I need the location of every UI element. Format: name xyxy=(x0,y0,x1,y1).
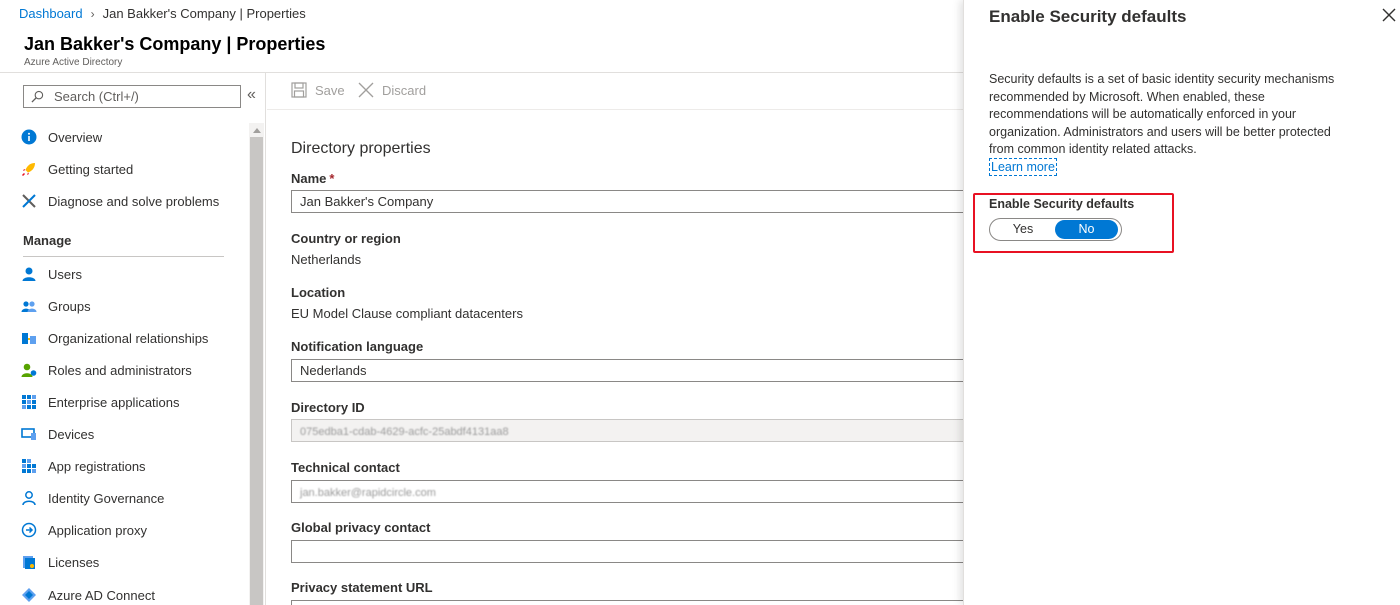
sidebar-item-label: Enterprise applications xyxy=(48,394,180,410)
sidebar-item-label: Application proxy xyxy=(48,522,147,538)
sidebar-item-org-relationships[interactable]: Organizational relationships xyxy=(20,328,208,348)
close-icon[interactable] xyxy=(1380,6,1398,24)
page-header: Jan Bakker's Company | Properties Azure … xyxy=(24,34,325,68)
privacy-url-input[interactable] xyxy=(291,600,965,605)
wrench-icon xyxy=(20,192,38,210)
rocket-icon xyxy=(20,160,38,178)
sidebar-item-label: Groups xyxy=(48,298,91,314)
country-label: Country or region xyxy=(291,231,401,246)
sidebar-item-getting-started[interactable]: Getting started xyxy=(20,159,133,179)
technical-contact-label: Technical contact xyxy=(291,460,400,475)
name-label: Name * xyxy=(291,171,334,186)
page-title: Jan Bakker's Company | Properties xyxy=(24,34,326,54)
ad-connect-icon xyxy=(20,586,38,604)
toggle-no-option[interactable]: No xyxy=(1055,220,1118,239)
save-label: Save xyxy=(315,82,345,98)
identity-governance-icon xyxy=(20,489,38,507)
scroll-up-arrow-icon[interactable] xyxy=(253,128,261,133)
sidebar-item-groups[interactable]: Groups xyxy=(20,296,91,316)
location-label: Location xyxy=(291,285,346,300)
breadcrumb: Dashboard › Jan Bakker's Company | Prope… xyxy=(19,6,306,21)
breadcrumb-dashboard-link[interactable]: Dashboard xyxy=(19,6,83,21)
app-registrations-icon xyxy=(20,457,38,475)
notification-language-dropdown[interactable]: Nederlands xyxy=(291,359,965,382)
sidebar-item-app-proxy[interactable]: Application proxy xyxy=(20,520,147,540)
licenses-icon xyxy=(20,553,38,571)
devices-icon xyxy=(20,425,38,443)
sidebar-item-enterprise-apps[interactable]: Enterprise applications xyxy=(20,392,180,412)
country-value: Netherlands xyxy=(291,252,362,267)
sidebar-item-devices[interactable]: Devices xyxy=(20,424,94,444)
sidebar-item-label: App registrations xyxy=(48,458,146,474)
sidebar-item-label: Roles and administrators xyxy=(48,362,192,378)
roles-icon xyxy=(20,361,38,379)
close-icon xyxy=(358,82,374,98)
sidebar-item-app-registrations[interactable]: App registrations xyxy=(20,456,146,476)
location-value: EU Model Clause compliant datacenters xyxy=(291,306,523,321)
sidebar: Search (Ctrl+/) « Overview Getting start… xyxy=(0,73,266,605)
sidebar-item-users[interactable]: Users xyxy=(20,264,82,284)
panel-description: Security defaults is a set of basic iden… xyxy=(989,72,1335,157)
learn-more-link[interactable]: Learn more xyxy=(989,158,1057,176)
directory-id-label: Directory ID xyxy=(291,400,365,415)
required-indicator: * xyxy=(329,171,335,186)
security-defaults-panel: Enable Security defaults Security defaul… xyxy=(963,0,1400,605)
sidebar-item-identity-governance[interactable]: Identity Governance xyxy=(20,488,164,508)
command-bar: Save Discard xyxy=(267,73,965,110)
sidebar-item-label: Devices xyxy=(48,426,95,442)
chevron-right-icon: › xyxy=(90,6,95,21)
toggle-yes-option[interactable]: Yes xyxy=(991,220,1055,239)
sidebar-scrollbar[interactable] xyxy=(249,123,264,605)
sidebar-item-label: Azure AD Connect xyxy=(48,587,155,603)
save-icon xyxy=(291,82,307,98)
scrollbar-thumb[interactable] xyxy=(250,137,263,605)
search-input[interactable]: Search (Ctrl+/) xyxy=(23,85,241,108)
org-relationships-icon xyxy=(20,329,38,347)
name-input[interactable]: Jan Bakker's Company xyxy=(291,190,965,213)
discard-label: Discard xyxy=(382,82,427,98)
search-placeholder: Search (Ctrl+/) xyxy=(54,89,139,104)
page-subtitle: Azure Active Directory xyxy=(24,57,123,68)
security-defaults-toggle[interactable]: Yes No xyxy=(989,218,1122,241)
breadcrumb-current: Jan Bakker's Company | Properties xyxy=(102,6,306,21)
info-icon xyxy=(20,128,38,146)
sidebar-item-label: Organizational relationships xyxy=(48,330,209,346)
name-label-text: Name xyxy=(291,171,327,186)
app-proxy-icon xyxy=(20,521,38,539)
privacy-url-label: Privacy statement URL xyxy=(291,580,433,595)
sidebar-item-label: Users xyxy=(48,266,82,282)
user-icon xyxy=(20,265,38,283)
sidebar-item-diagnose[interactable]: Diagnose and solve problems xyxy=(20,191,219,211)
directory-id-field[interactable]: 075edba1-cdab-4629-acfc-25abdf4131aa8 xyxy=(291,419,965,442)
sidebar-item-label: Diagnose and solve problems xyxy=(48,193,220,209)
enterprise-apps-icon xyxy=(20,393,38,411)
section-title: Directory properties xyxy=(291,140,431,157)
global-privacy-contact-input[interactable] xyxy=(291,540,965,563)
technical-contact-input[interactable]: jan.bakker@rapidcircle.com xyxy=(291,480,965,503)
sidebar-item-roles[interactable]: Roles and administrators xyxy=(20,360,192,380)
search-icon xyxy=(31,90,44,103)
technical-contact-value: jan.bakker@rapidcircle.com xyxy=(300,487,436,499)
collapse-sidebar-icon[interactable]: « xyxy=(247,86,256,104)
sidebar-item-label: Licenses xyxy=(48,554,100,570)
global-privacy-contact-label: Global privacy contact xyxy=(291,520,431,535)
directory-id-value: 075edba1-cdab-4629-acfc-25abdf4131aa8 xyxy=(300,426,509,438)
notification-language-label: Notification language xyxy=(291,339,424,354)
sidebar-item-licenses[interactable]: Licenses xyxy=(20,552,99,572)
manage-divider xyxy=(23,256,224,257)
sidebar-item-overview[interactable]: Overview xyxy=(20,127,102,147)
sidebar-item-label: Getting started xyxy=(48,161,134,177)
sidebar-item-label: Overview xyxy=(48,129,103,145)
panel-title: Enable Security defaults xyxy=(989,7,1187,26)
sidebar-item-label: Identity Governance xyxy=(48,490,165,506)
discard-button[interactable]: Discard xyxy=(358,82,426,98)
toggle-label: Enable Security defaults xyxy=(989,197,1135,211)
manage-heading: Manage xyxy=(23,233,72,248)
save-button[interactable]: Save xyxy=(291,82,345,98)
groups-icon xyxy=(20,297,38,315)
sidebar-item-ad-connect[interactable]: Azure AD Connect xyxy=(20,585,155,605)
